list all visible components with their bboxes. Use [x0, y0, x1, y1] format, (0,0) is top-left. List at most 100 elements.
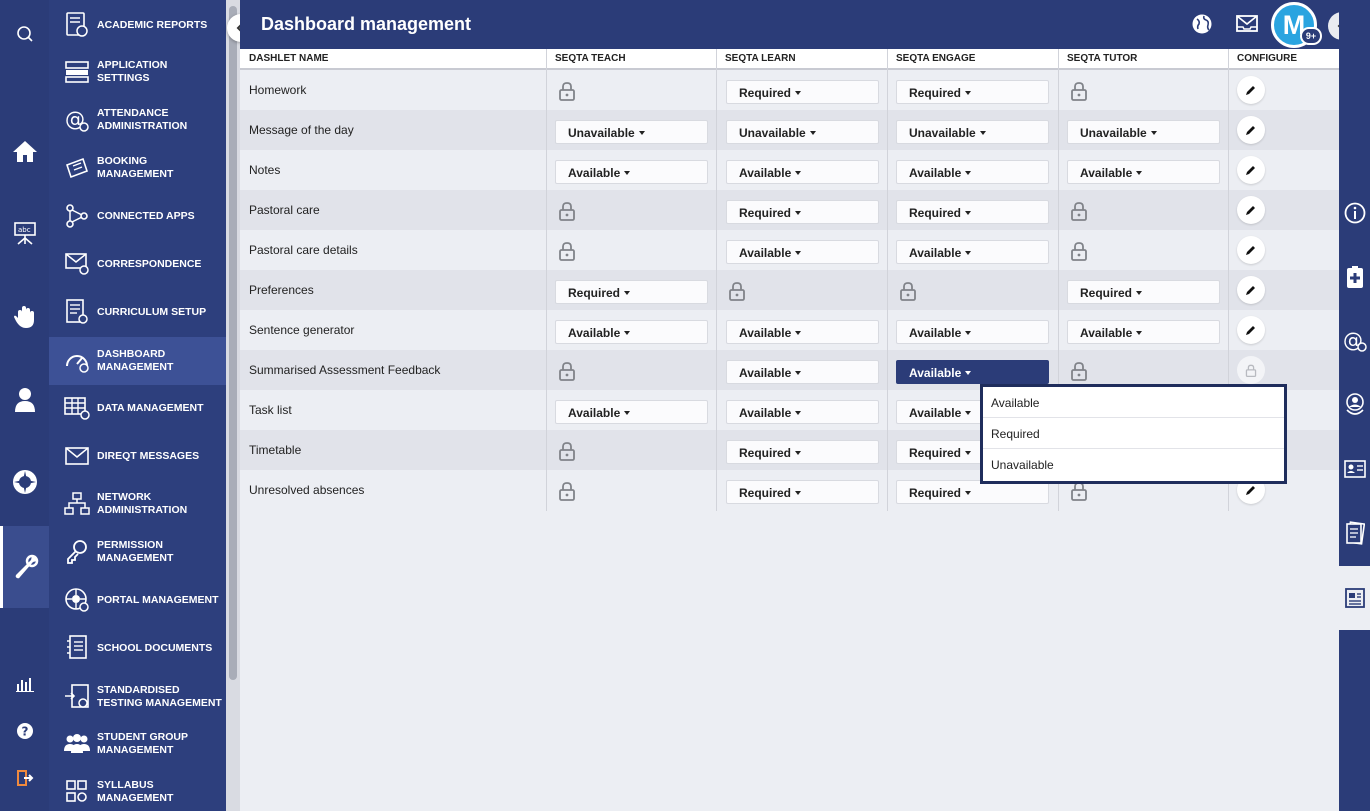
- pencil-icon: [1245, 164, 1257, 176]
- availability-dropdown[interactable]: Required: [896, 80, 1049, 104]
- availability-dropdown[interactable]: Available: [896, 160, 1049, 184]
- sidebar-item-data-management[interactable]: DATA MANAGEMENT: [49, 384, 226, 432]
- student-group-icon: [64, 731, 90, 757]
- sidebar-item-permission-management[interactable]: PERMISSION MANAGEMENT: [49, 528, 226, 576]
- lock-icon: [1245, 364, 1257, 377]
- caret-down-icon: [795, 491, 802, 495]
- medical-icon[interactable]: [1339, 259, 1370, 295]
- sidebar-item-portal-management[interactable]: PORTAL MANAGEMENT: [49, 576, 226, 624]
- sidebar-item-connected-apps[interactable]: CONNECTED APPS: [49, 192, 226, 240]
- home-icon[interactable]: [0, 134, 49, 168]
- dashlet-name: Timetable: [249, 443, 302, 457]
- column-header[interactable]: SEQTA LEARN: [725, 53, 796, 64]
- lock-icon: [1070, 241, 1088, 261]
- notes-stack-icon[interactable]: [1339, 515, 1370, 551]
- sidebar-item-school-documents[interactable]: SCHOOL DOCUMENTS: [49, 624, 226, 672]
- configure-locked-button[interactable]: [1237, 356, 1265, 384]
- availability-dropdown[interactable]: Available: [555, 160, 708, 184]
- sidebar-item-attendance[interactable]: @ ATTENDANCE ADMINISTRATION: [49, 96, 226, 144]
- permission-key-icon: [64, 539, 90, 565]
- availability-dropdown[interactable]: Available: [1067, 320, 1220, 344]
- id-card-icon[interactable]: [1339, 451, 1370, 487]
- availability-dropdown[interactable]: Available: [726, 360, 879, 384]
- availability-dropdown[interactable]: Required: [726, 80, 879, 104]
- scrollbar-thumb[interactable]: [229, 6, 237, 680]
- availability-dropdown[interactable]: Required: [1067, 280, 1220, 304]
- search-icon[interactable]: [0, 20, 49, 48]
- availability-dropdown[interactable]: Unavailable: [896, 120, 1049, 144]
- user-icon[interactable]: [0, 382, 49, 418]
- logout-icon[interactable]: [0, 766, 49, 790]
- availability-dropdown[interactable]: Available: [726, 320, 879, 344]
- sidebar-item-standardised-testing[interactable]: STANDARDISED TESTING MANAGEMENT: [49, 673, 226, 721]
- news-icon[interactable]: [1339, 566, 1370, 630]
- availability-dropdown[interactable]: Unavailable: [1067, 120, 1220, 144]
- caret-down-icon: [1136, 291, 1143, 295]
- sidebar-item-correspondence[interactable]: CORRESPONDENCE: [49, 240, 226, 288]
- sidebar-item-student-group[interactable]: STUDENT GROUP MANAGEMENT: [49, 720, 226, 768]
- column-header[interactable]: SEQTA TEACH: [555, 53, 626, 64]
- configure-edit-button[interactable]: [1237, 196, 1265, 224]
- sidebar-item-booking[interactable]: BOOKING MANAGEMENT: [49, 144, 226, 192]
- dropdown-option-unavailable[interactable]: Unavailable: [983, 449, 1284, 480]
- teach-board-icon[interactable]: abc: [0, 216, 49, 250]
- caret-down-icon: [965, 371, 972, 375]
- availability-dropdown[interactable]: Required: [555, 280, 708, 304]
- sidebar-item-network-administration[interactable]: NETWORK ADMINISTRATION: [49, 480, 226, 528]
- column-header[interactable]: DASHLET NAME: [249, 53, 328, 64]
- dropdown-value: Required: [909, 206, 962, 220]
- dropdown-value: Available: [1080, 166, 1133, 180]
- inbox-mail-icon[interactable]: [1235, 13, 1259, 37]
- at-mention-icon[interactable]: @: [1339, 323, 1370, 359]
- sidebar-item-application-settings[interactable]: APPLICATION SETTINGS: [49, 48, 226, 96]
- sidebar-item-direqt-messages[interactable]: DIREQT MESSAGES: [49, 432, 226, 480]
- dropdown-option-available[interactable]: Available: [983, 387, 1284, 418]
- availability-dropdown[interactable]: Available: [726, 240, 879, 264]
- column-header[interactable]: CONFIGURE: [1237, 53, 1297, 64]
- sidebar-item-dashboard-management[interactable]: DASHBOARD MANAGEMENT: [49, 337, 226, 385]
- hand-care-icon[interactable]: [0, 298, 49, 336]
- lock-icon: [558, 81, 576, 101]
- dropdown-value: Required: [568, 286, 621, 300]
- availability-dropdown[interactable]: Available: [896, 360, 1049, 384]
- availability-dropdown[interactable]: Available: [896, 320, 1049, 344]
- dropdown-value: Unavailable: [909, 126, 976, 140]
- availability-dropdown[interactable]: Available: [726, 400, 879, 424]
- dropdown-option-required[interactable]: Required: [983, 418, 1284, 449]
- svg-text:@: @: [65, 107, 85, 131]
- wellbeing-icon[interactable]: [1339, 387, 1370, 423]
- availability-dropdown[interactable]: Required: [726, 200, 879, 224]
- availability-dropdown[interactable]: Required: [896, 200, 1049, 224]
- sidebar-item-syllabus[interactable]: SYLLABUS MANAGEMENT: [49, 768, 226, 811]
- configure-edit-button[interactable]: [1237, 156, 1265, 184]
- sidebar-item-academic-reports[interactable]: ACADEMIC REPORTS: [49, 1, 226, 49]
- availability-dropdown[interactable]: Available: [896, 240, 1049, 264]
- info-icon[interactable]: [1339, 195, 1370, 231]
- wrench-icon[interactable]: [0, 526, 49, 608]
- configure-edit-button[interactable]: [1237, 236, 1265, 264]
- availability-dropdown[interactable]: Unavailable: [726, 120, 879, 144]
- engage-logo-icon[interactable]: [0, 464, 49, 500]
- column-header[interactable]: SEQTA TUTOR: [1067, 53, 1137, 64]
- availability-dropdown[interactable]: Required: [726, 440, 879, 464]
- availability-dropdown[interactable]: Available: [726, 160, 879, 184]
- configure-edit-button[interactable]: [1237, 116, 1265, 144]
- configure-edit-button[interactable]: [1237, 76, 1265, 104]
- sidebar-item-label: CURRICULUM SETUP: [97, 305, 207, 318]
- sidebar-scrollbar[interactable]: [226, 0, 240, 811]
- availability-dropdown[interactable]: Available: [1067, 160, 1220, 184]
- globe-icon[interactable]: [1191, 13, 1215, 37]
- caret-down-icon: [1150, 131, 1157, 135]
- availability-dropdown[interactable]: Available: [555, 320, 708, 344]
- column-header[interactable]: SEQTA ENGAGE: [896, 53, 975, 64]
- configure-edit-button[interactable]: [1237, 316, 1265, 344]
- connected-apps-icon: [64, 203, 90, 229]
- configure-edit-button[interactable]: [1237, 276, 1265, 304]
- availability-dropdown[interactable]: Unavailable: [555, 120, 708, 144]
- availability-dropdown[interactable]: Available: [555, 400, 708, 424]
- sidebar-item-curriculum[interactable]: CURRICULUM SETUP: [49, 288, 226, 336]
- availability-dropdown[interactable]: Required: [726, 480, 879, 504]
- analytics-icon[interactable]: [0, 672, 49, 696]
- help-icon[interactable]: ?: [0, 719, 49, 743]
- svg-text:abc: abc: [18, 226, 31, 234]
